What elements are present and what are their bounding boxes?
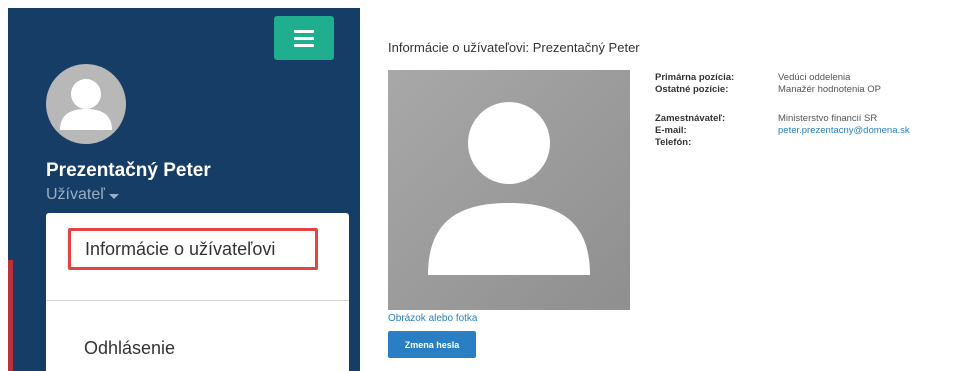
page-title: Informácie o užívateľovi: Prezentačný Pe… [388, 40, 640, 55]
user-photo[interactable] [388, 70, 630, 310]
sidebar-accent-strip [8, 260, 13, 371]
user-name: Prezentačný Peter [46, 160, 211, 181]
screen: Prezentačný Peter Užívateľ Informácie o … [0, 0, 968, 371]
avatar [46, 64, 126, 144]
user-menu-toggle[interactable]: Užívateľ [46, 186, 119, 204]
email-label: E-mail: [655, 125, 687, 136]
user-placeholder-icon [388, 70, 630, 310]
hamburger-icon-bar [294, 43, 314, 47]
menu-divider [46, 300, 349, 301]
menu-toggle-button[interactable] [274, 16, 334, 60]
employer-label: Zamestnávateľ: [655, 113, 726, 124]
change-password-button[interactable]: Zmena hesla [388, 331, 476, 358]
photo-upload-link[interactable]: Obrázok alebo fotka [388, 313, 478, 324]
hamburger-icon-bar [294, 36, 314, 40]
menu-item-user-info[interactable]: Informácie o užívateľovi [68, 228, 318, 270]
user-role-label: Užívateľ [46, 186, 105, 203]
hamburger-icon [294, 29, 314, 33]
other-positions-value: Manažér hodnotenia OP [778, 84, 881, 95]
sidebar: Prezentačný Peter Užívateľ Informácie o … [8, 8, 360, 371]
employer-value: Ministerstvo financií SR [778, 113, 878, 124]
user-dropdown-menu: Informácie o užívateľovi Odhlásenie [46, 213, 349, 371]
email-link[interactable]: peter.prezentacny@domena.sk [778, 125, 910, 136]
caret-down-icon [108, 193, 119, 199]
primary-position-label: Primárna pozícia: [655, 72, 735, 83]
phone-label: Telefón: [655, 137, 692, 148]
other-positions-label: Ostatné pozície: [655, 84, 729, 95]
primary-position-value: Vedúci oddelenia [778, 72, 851, 83]
menu-item-logout[interactable]: Odhlásenie [84, 338, 175, 359]
menu-item-user-info-label: Informácie o užívateľovi [85, 238, 276, 259]
user-silhouette-icon [60, 79, 112, 130]
